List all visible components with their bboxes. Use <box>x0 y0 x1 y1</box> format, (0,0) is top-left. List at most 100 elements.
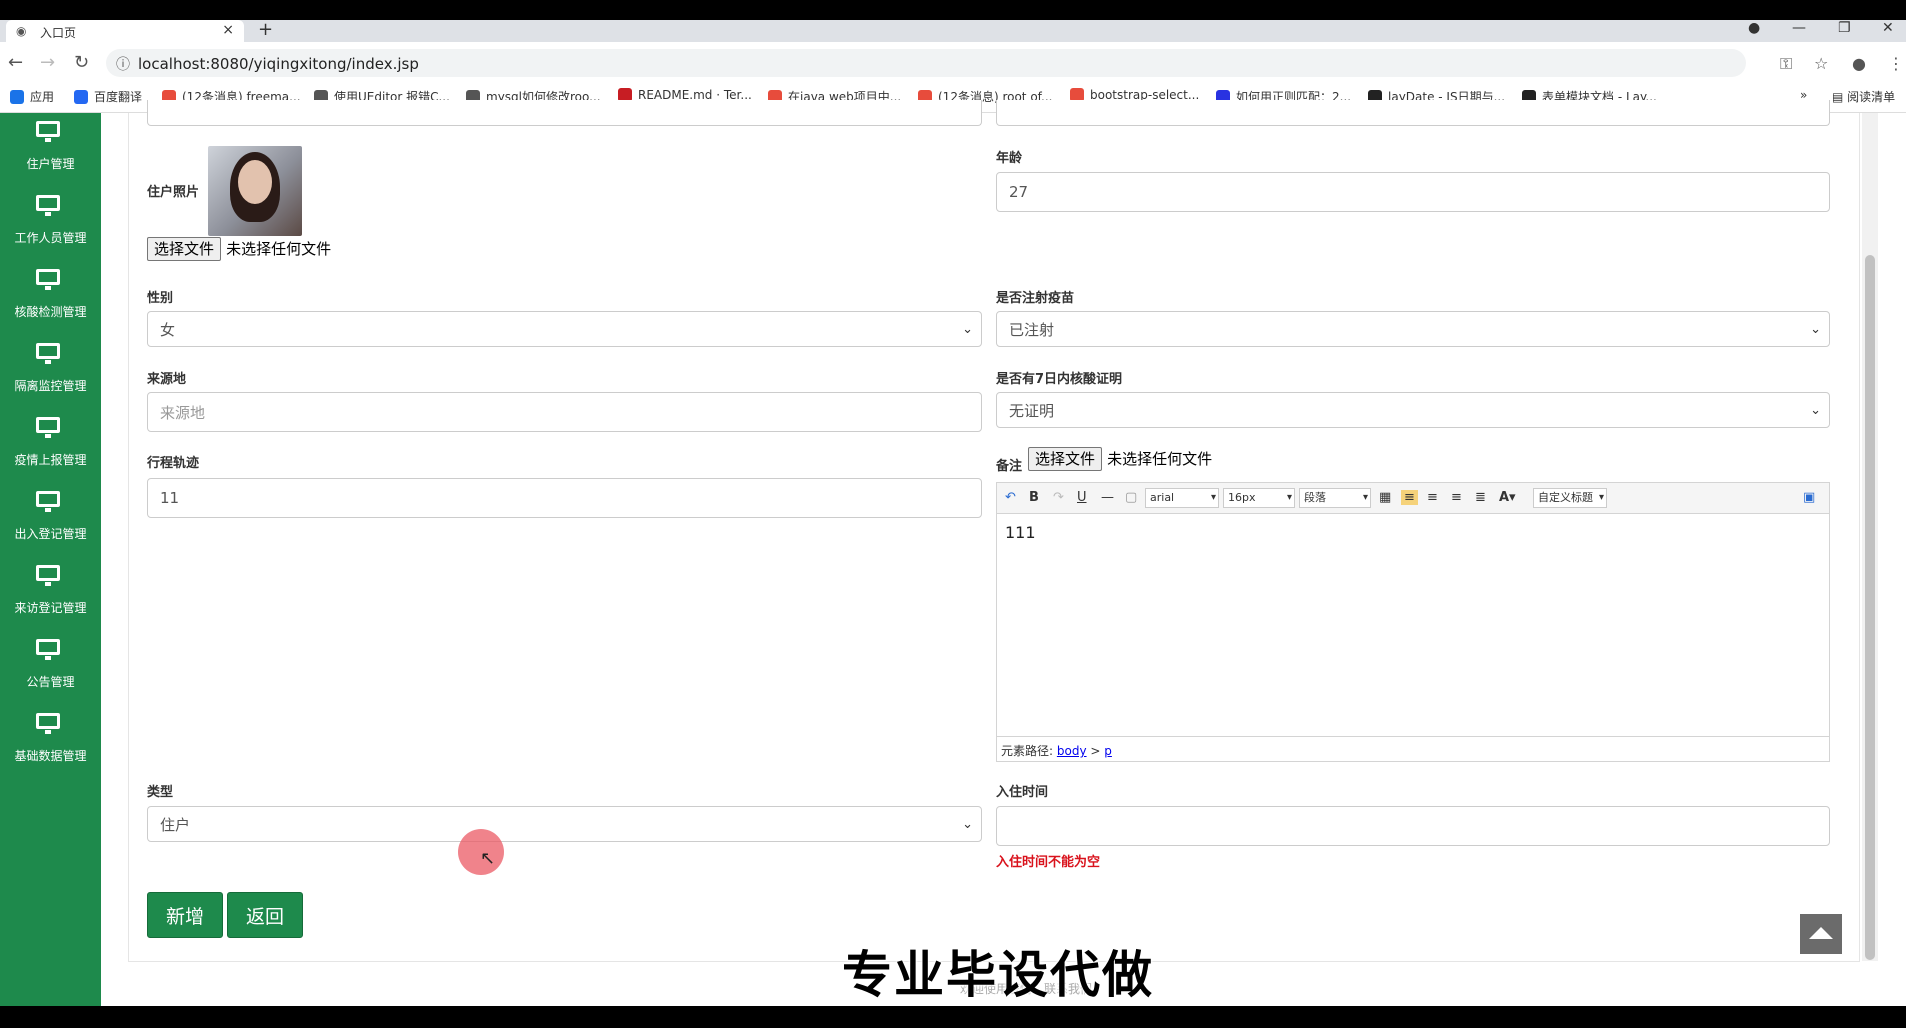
age-label: 年龄 <box>996 151 1023 166</box>
reading-list-icon: ▤ <box>1832 90 1848 104</box>
back-to-top-button[interactable] <box>1800 914 1842 954</box>
back-button[interactable]: 返回 <box>227 892 303 938</box>
monitor-icon <box>36 565 60 586</box>
top-black-bar <box>0 0 1906 20</box>
reading-list[interactable]: ▤ 阅读清单 <box>1832 88 1895 105</box>
new-tab-button[interactable]: + <box>258 19 273 40</box>
align-right-icon[interactable]: ≡ <box>1451 490 1462 505</box>
bottom-black-bar <box>0 1006 1906 1028</box>
choose-file-button[interactable]: 选择文件 <box>1028 447 1103 471</box>
restore-icon[interactable]: ❐ <box>1838 20 1851 36</box>
remark-file-picker[interactable]: 选择文件 未选择任何文件 <box>1028 447 1212 471</box>
avatar-icon[interactable]: ● <box>1852 54 1866 73</box>
forward-arrow-icon[interactable]: → <box>40 52 55 73</box>
gender-select[interactable]: 女 ⌄ <box>147 311 982 347</box>
monitor-icon <box>36 195 60 216</box>
horizontal-rule-icon[interactable]: — <box>1101 490 1114 505</box>
justify-icon[interactable]: ≣ <box>1475 490 1486 505</box>
monitor-icon <box>36 491 60 512</box>
info-icon[interactable]: ⓘ <box>116 54 130 74</box>
remark-label: 备注 <box>996 459 1023 474</box>
bold-icon[interactable]: B <box>1029 490 1039 505</box>
sidebar-item-label: 工作人员管理 <box>14 231 87 245</box>
custom-title-select[interactable]: 自定义标题 <box>1533 488 1607 508</box>
no-file-text: 未选择任何文件 <box>226 240 332 258</box>
chevron-down-icon: ⌄ <box>962 321 973 337</box>
redo-icon[interactable]: ↷ <box>1053 490 1064 505</box>
clear-format-icon[interactable]: ▢ <box>1125 490 1137 505</box>
editor-content[interactable]: 111 <box>1005 523 1036 542</box>
element-path-bar: 元素路径: body > p <box>997 736 1829 761</box>
sidebar-item-visitors[interactable]: 来访登记管理 <box>0 557 101 631</box>
monitor-icon <box>36 121 60 142</box>
choose-file-button[interactable]: 选择文件 <box>147 237 222 261</box>
sidebar-item-staff[interactable]: 工作人员管理 <box>0 187 101 261</box>
browser-tab[interactable]: ◉ 入口页 × <box>6 20 244 42</box>
window-close-icon[interactable]: ✕ <box>1882 20 1894 36</box>
editor-toolbar: ↶ B ↷ U — ▢ arial 16px 段落 ▦ ≡ ≡ ≡ ≣ A▾ 自… <box>997 483 1829 514</box>
element-path-label: 元素路径: <box>1001 744 1054 758</box>
globe-icon: ◉ <box>16 24 27 38</box>
resident-photo <box>208 146 302 236</box>
sidebar-item-label: 疫情上报管理 <box>14 453 87 467</box>
sidebar-item-nucleic-test[interactable]: 核酸检测管理 <box>0 261 101 335</box>
align-left-icon[interactable]: ≡ <box>1401 490 1418 505</box>
photo-file-picker[interactable]: 选择文件 未选择任何文件 <box>147 237 332 261</box>
sidebar-item-quarantine[interactable]: 隔离监控管理 <box>0 335 101 409</box>
origin-input[interactable]: 来源地 <box>147 392 982 432</box>
key-icon[interactable]: ⚿ <box>1780 54 1792 74</box>
table-icon[interactable]: ▦ <box>1379 490 1391 505</box>
previous-field-input[interactable] <box>147 100 982 126</box>
profile-menu-icon[interactable]: ● <box>1748 20 1760 36</box>
sidebar-item-access[interactable]: 出入登记管理 <box>0 483 101 557</box>
scrollbar-thumb[interactable] <box>1865 255 1875 960</box>
add-button[interactable]: 新增 <box>147 892 223 938</box>
minimize-icon[interactable]: — <box>1792 20 1806 36</box>
origin-label: 来源地 <box>147 372 187 387</box>
rich-text-editor[interactable]: ↶ B ↷ U — ▢ arial 16px 段落 ▦ ≡ ≡ ≡ ≣ A▾ 自… <box>996 482 1830 762</box>
tab-bar <box>0 20 1906 42</box>
undo-icon[interactable]: ↶ <box>1005 490 1016 505</box>
sidebar-item-label: 来访登记管理 <box>14 601 87 615</box>
monitor-icon <box>36 269 60 290</box>
font-family-select[interactable]: arial <box>1145 488 1219 508</box>
font-color-icon[interactable]: A▾ <box>1499 490 1516 505</box>
age-input[interactable]: 27 <box>996 172 1830 212</box>
origin-placeholder: 来源地 <box>160 403 206 422</box>
more-menu-icon[interactable]: ⋮ <box>1888 54 1904 73</box>
star-icon[interactable]: ☆ <box>1814 54 1828 73</box>
bookmark-item[interactable]: 百度翻译 <box>74 88 142 105</box>
reload-icon[interactable]: ↻ <box>74 52 89 73</box>
align-center-icon[interactable]: ≡ <box>1427 490 1438 505</box>
close-tab-icon[interactable]: × <box>222 22 234 38</box>
nucleic-proof-select[interactable]: 无证明 ⌄ <box>996 392 1830 428</box>
gender-value: 女 <box>160 320 176 339</box>
back-arrow-icon[interactable]: ← <box>8 52 23 73</box>
checkin-input[interactable] <box>996 806 1830 846</box>
path-body-link[interactable]: body <box>1057 744 1087 758</box>
watermark-caption: 专业毕设代做 <box>842 946 1154 1004</box>
paragraph-select[interactable]: 段落 <box>1299 488 1371 508</box>
sidebar-item-residents[interactable]: 住户管理 <box>0 113 101 187</box>
type-select[interactable]: 住户 ⌄ <box>147 806 982 842</box>
sidebar-item-notices[interactable]: 公告管理 <box>0 631 101 705</box>
nucleic-proof-value: 无证明 <box>1009 401 1055 420</box>
fullscreen-icon[interactable]: ▣ <box>1803 490 1815 505</box>
bookmark-item[interactable]: 应用 <box>10 88 54 105</box>
sidebar-item-basic-data[interactable]: 基础数据管理 <box>0 705 101 779</box>
omnibox[interactable]: ⓘ localhost:8080/yiqingxitong/index.jsp <box>106 49 1746 77</box>
nucleic-proof-label: 是否有7日内核酸证明 <box>996 372 1123 387</box>
apps-icon <box>10 90 24 104</box>
mouse-pointer-icon: ↖ <box>480 848 496 869</box>
font-size-select[interactable]: 16px <box>1223 488 1295 508</box>
trip-label: 行程轨迹 <box>147 456 200 471</box>
url-text: localhost:8080/yiqingxitong/index.jsp <box>138 55 419 73</box>
trip-input[interactable]: 11 <box>147 478 982 518</box>
vaccine-select[interactable]: 已注射 ⌄ <box>996 311 1830 347</box>
path-p-link[interactable]: p <box>1104 744 1112 758</box>
previous-field-input[interactable] <box>996 100 1830 126</box>
tab-title: 入口页 <box>40 26 77 40</box>
sidebar-item-report[interactable]: 疫情上报管理 <box>0 409 101 483</box>
underline-icon[interactable]: U <box>1077 490 1087 505</box>
age-value: 27 <box>1009 183 1029 201</box>
